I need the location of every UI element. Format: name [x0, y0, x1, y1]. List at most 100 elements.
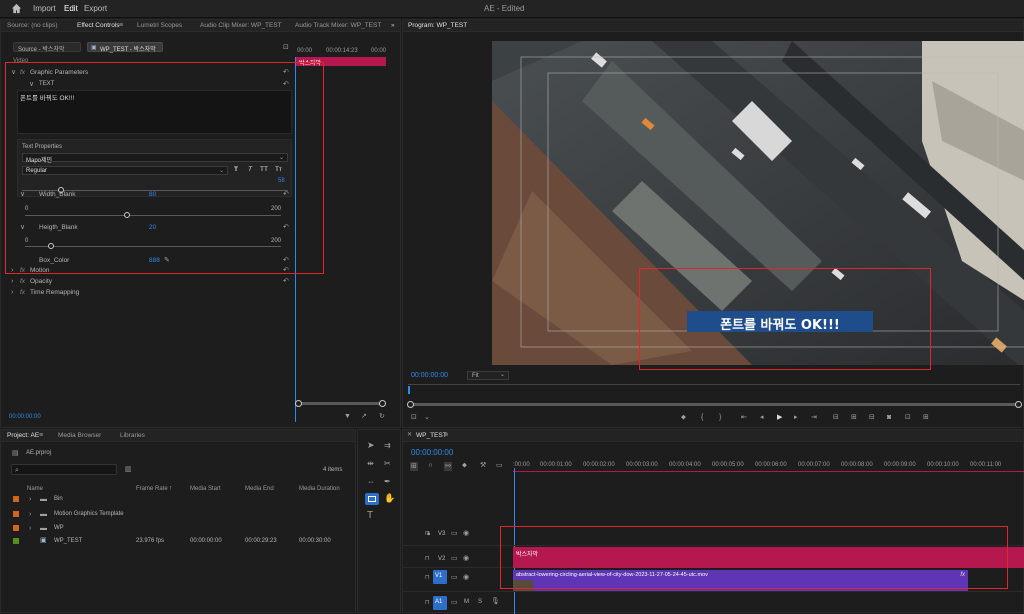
- settings-icon[interactable]: ⊞: [923, 414, 929, 421]
- extract-icon[interactable]: ⊞: [851, 414, 857, 421]
- expand-opacity-icon[interactable]: ›: [11, 278, 13, 285]
- tab-lumetri-scopes[interactable]: Lumetri Scopes: [137, 22, 182, 29]
- type-tool-icon[interactable]: T: [367, 511, 373, 521]
- source-clip-chip[interactable]: Source - 박스자막: [13, 42, 81, 53]
- eye-icon[interactable]: ◉: [463, 574, 469, 581]
- track-target-a1[interactable]: A1: [433, 596, 447, 610]
- lift-icon[interactable]: ⊟: [833, 414, 839, 421]
- expand-bin-icon[interactable]: ›: [29, 525, 31, 532]
- add-marker-icon[interactable]: ⬥: [462, 462, 467, 469]
- eye-icon[interactable]: ◉: [463, 530, 469, 537]
- chevron-down-icon[interactable]: ⌄: [424, 414, 430, 421]
- solo-button[interactable]: S: [478, 599, 482, 605]
- project-search-input[interactable]: ⌕: [11, 464, 117, 475]
- col-media-end[interactable]: Media End: [245, 486, 274, 492]
- ripple-edit-tool-icon[interactable]: ⇹: [367, 460, 374, 468]
- track-select-tool-icon[interactable]: ⇉: [384, 442, 391, 450]
- col-name[interactable]: Name: [27, 486, 43, 492]
- play-icon[interactable]: ▶: [777, 414, 782, 421]
- track-label-v3[interactable]: V3: [438, 531, 445, 537]
- expand-bin-icon[interactable]: ›: [29, 511, 31, 518]
- ec-zoom-scrollbar[interactable]: [297, 402, 385, 405]
- program-scroll-handle-right[interactable]: [1015, 401, 1022, 408]
- lock-icon[interactable]: ⊓: [425, 531, 430, 538]
- sequence-clip-chip[interactable]: ▣ WP_TEST - 박스자막: [87, 42, 163, 53]
- selection-tool-icon[interactable]: ➤: [367, 441, 375, 450]
- more-tabs-icon[interactable]: »: [391, 22, 395, 29]
- list-item-name[interactable]: Bin: [54, 496, 63, 502]
- captions-icon[interactable]: ▭: [496, 462, 503, 469]
- go-to-out-icon[interactable]: ⇥: [811, 414, 817, 421]
- menu-edit[interactable]: Edit: [64, 4, 78, 13]
- lock-icon[interactable]: ⊓: [425, 556, 430, 563]
- mark-out-icon[interactable]: }: [719, 414, 721, 421]
- loop-icon[interactable]: ↻: [379, 413, 385, 420]
- camera-icon[interactable]: ◙: [887, 414, 891, 421]
- linked-selection-icon[interactable]: ⚯: [444, 462, 452, 471]
- ec-timecode[interactable]: 00:00:00:00: [9, 414, 41, 420]
- label-color-swatch[interactable]: [13, 525, 19, 531]
- tab-media-browser[interactable]: Media Browser: [58, 432, 101, 439]
- work-area-bar[interactable]: [513, 471, 1024, 472]
- menu-import[interactable]: Import: [33, 4, 56, 13]
- home-icon[interactable]: [11, 3, 22, 14]
- ec-zoom-handle-right[interactable]: [379, 400, 386, 407]
- tab-source[interactable]: Source: (no clips): [7, 22, 58, 29]
- tab-effect-controls[interactable]: Effect Controls: [77, 22, 120, 29]
- microphone-icon[interactable]: 🎙︎: [491, 598, 500, 605]
- timeline-tab[interactable]: WP_TEST: [416, 432, 447, 439]
- filter-icon[interactable]: ▼: [344, 413, 351, 420]
- add-marker-icon[interactable]: ⬥: [681, 414, 686, 421]
- toggle-timeline-icon[interactable]: ⊡: [283, 44, 289, 51]
- sync-lock-icon[interactable]: ▭: [451, 574, 458, 581]
- program-scrollbar[interactable]: [411, 403, 1017, 406]
- snap-icon[interactable]: ∩: [428, 462, 433, 469]
- timeline-timecode[interactable]: 00:00:00:00: [411, 448, 453, 457]
- step-forward-icon[interactable]: ▸: [794, 414, 798, 421]
- label-color-swatch[interactable]: [13, 496, 19, 502]
- track-target-v1[interactable]: V1: [433, 570, 447, 584]
- list-item-name[interactable]: WP: [54, 525, 64, 531]
- eye-icon[interactable]: ◉: [463, 555, 469, 562]
- track-label-v2[interactable]: V2: [438, 556, 445, 562]
- col-media-duration[interactable]: Media Duration: [299, 486, 340, 492]
- tab-libraries[interactable]: Libraries: [120, 432, 145, 439]
- pen-tool-icon[interactable]: ✒: [384, 478, 391, 486]
- step-back-icon[interactable]: ◂: [760, 414, 764, 421]
- program-scroll-handle-left[interactable]: [407, 401, 414, 408]
- program-ruler[interactable]: [408, 384, 1020, 385]
- sync-lock-icon[interactable]: ▭: [451, 555, 458, 562]
- hand-tool-icon[interactable]: ✋: [384, 494, 395, 503]
- vr-icon[interactable]: ⊡: [905, 414, 911, 421]
- tab-audio-clip-mixer[interactable]: Audio Clip Mixer: WP_TEST: [200, 22, 282, 29]
- label-color-swatch[interactable]: [13, 511, 19, 517]
- fit-dropdown[interactable]: Fit ⌄: [467, 371, 509, 380]
- label-color-swatch[interactable]: [13, 538, 19, 544]
- reset-icon[interactable]: ↶: [283, 278, 289, 285]
- expand-time-remap-icon[interactable]: ›: [11, 289, 13, 296]
- tab-audio-track-mixer[interactable]: Audio Track Mixer: WP_TEST: [295, 22, 381, 29]
- new-bin-from-search-icon[interactable]: ▥: [125, 466, 132, 473]
- slip-tool-icon[interactable]: ⇔: [367, 478, 375, 486]
- expand-bin-icon[interactable]: ›: [29, 496, 31, 503]
- program-title[interactable]: Program: WP_TEST: [408, 22, 467, 29]
- menu-export[interactable]: Export: [84, 4, 107, 13]
- go-to-in-icon[interactable]: ⇤: [741, 414, 747, 421]
- program-playhead[interactable]: [408, 386, 410, 394]
- export-icon[interactable]: ↗: [361, 413, 367, 420]
- list-item-name[interactable]: Motion Graphics Template: [54, 511, 124, 517]
- tab-project[interactable]: Project: AE: [7, 432, 39, 439]
- wrench-icon[interactable]: ⚒: [480, 462, 486, 469]
- mute-button[interactable]: M: [464, 599, 469, 605]
- program-timecode[interactable]: 00:00:00:00: [411, 372, 448, 379]
- nest-toggle-icon[interactable]: ⊞: [410, 462, 418, 471]
- sync-lock-icon[interactable]: ▭: [451, 599, 458, 606]
- panel-menu-icon[interactable]: ≡: [444, 432, 448, 439]
- safe-margins-icon[interactable]: ⊡: [411, 414, 417, 421]
- panel-menu-icon[interactable]: ≡: [39, 432, 43, 439]
- sync-lock-icon[interactable]: ▭: [451, 530, 458, 537]
- list-item-name[interactable]: WP_TEST: [54, 538, 82, 544]
- razor-tool-icon[interactable]: ✂: [384, 460, 391, 468]
- timeline-ruler[interactable]: :00:00 00:00:01:00 00:00:02:00 00:00:03:…: [513, 460, 1024, 472]
- close-icon[interactable]: ✕: [407, 432, 412, 439]
